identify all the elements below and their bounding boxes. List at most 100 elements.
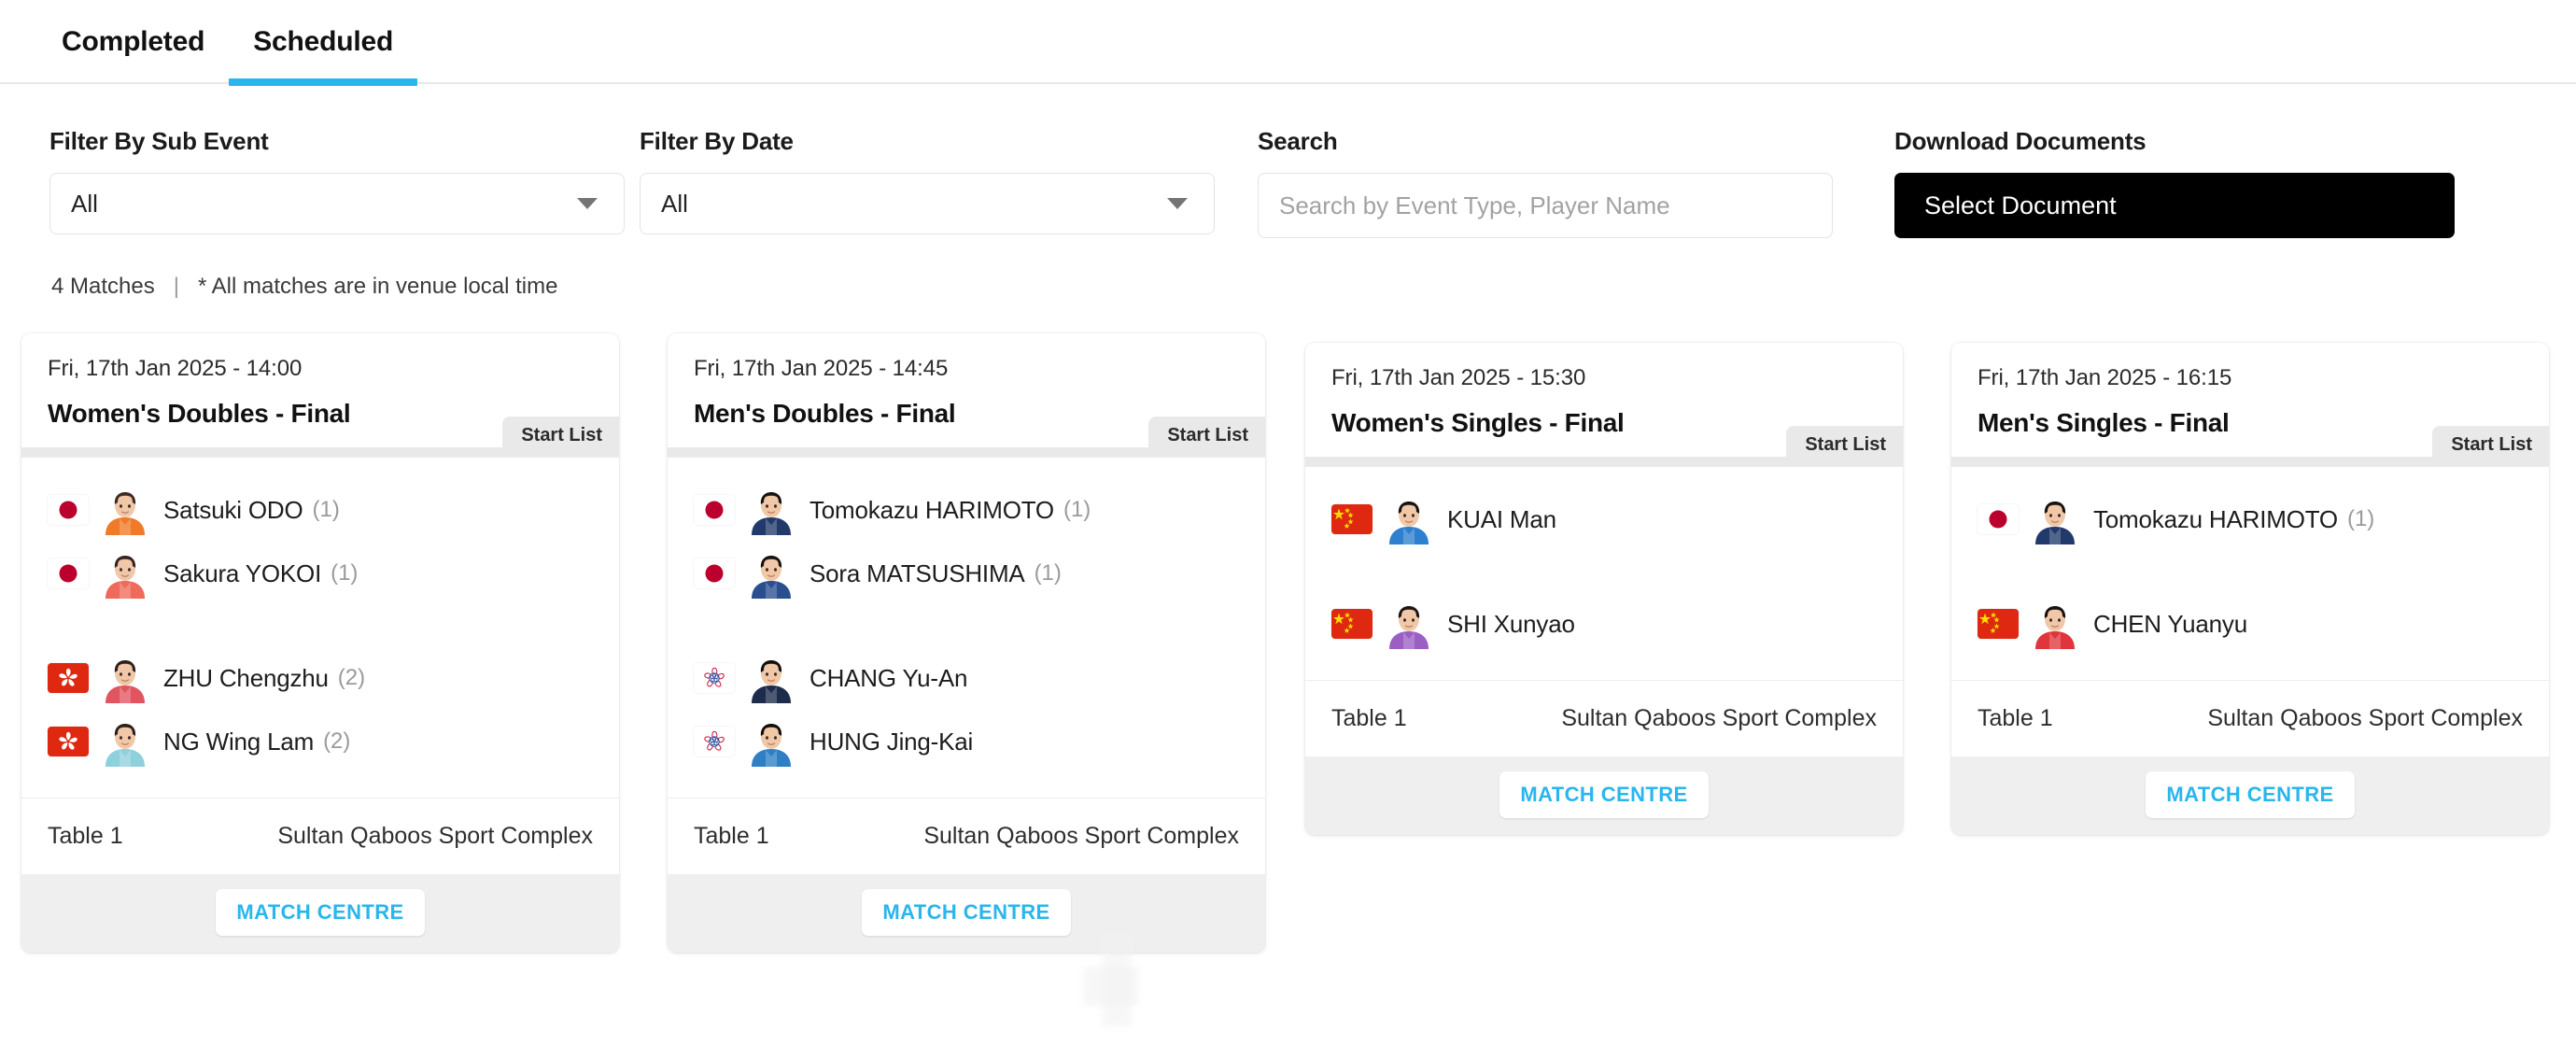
flag-icon-jp <box>1978 504 2019 534</box>
player-row[interactable]: Sakura YOKOI (1) <box>21 542 619 605</box>
player-avatar <box>746 548 796 599</box>
filter-search: Search <box>1258 127 1837 238</box>
player-name: ZHU Chengzhu <box>163 663 329 692</box>
match-card-footer: MATCH CENTRE <box>668 874 1265 953</box>
player-row[interactable]: CHANG Yu-An <box>668 646 1265 710</box>
sub-event-select[interactable]: All <box>49 173 625 234</box>
flag-icon-jp <box>694 495 735 525</box>
player-row[interactable]: KUAI Man <box>1305 488 1903 551</box>
start-list-button[interactable]: Start List <box>1786 426 1903 464</box>
match-card: Fri, 17th Jan 2025 - 14:00 Women's Double… <box>21 333 619 953</box>
flag-icon-cn <box>1978 609 2019 639</box>
player-name: CHANG Yu-An <box>809 663 968 692</box>
download-documents-label: Download Documents <box>1894 127 2147 155</box>
match-centre-button[interactable]: MATCH CENTRE <box>1499 771 1709 818</box>
start-list-button[interactable]: Start List <box>502 417 619 455</box>
filter-date-label: Filter By Date <box>640 127 794 155</box>
player-avatar <box>100 485 150 535</box>
player-row[interactable]: ZHU Chengzhu (2) <box>21 646 619 710</box>
player-avatar <box>746 653 796 703</box>
player-row[interactable]: NG Wing Lam (2) <box>21 710 619 773</box>
player-row[interactable]: Tomokazu HARIMOTO (1) <box>668 478 1265 542</box>
table-number: Table 1 <box>48 823 123 849</box>
search-input[interactable] <box>1258 173 1833 238</box>
match-card-header: Fri, 17th Jan 2025 - 15:30 Women's Single… <box>1305 343 1903 464</box>
filter-sub-event-label: Filter By Sub Event <box>49 127 269 155</box>
player-avatar <box>1384 494 1434 544</box>
player-row[interactable]: CHEN Yuanyu <box>1951 592 2549 656</box>
player-seed: (1) <box>1034 560 1062 586</box>
match-venue-row: Table 1 Sultan Qaboos Sport Complex <box>1951 680 2549 756</box>
match-card-footer: MATCH CENTRE <box>21 874 619 953</box>
player-seed: (1) <box>331 560 359 586</box>
venue-name: Sultan Qaboos Sport Complex <box>1561 705 1877 731</box>
match-centre-button[interactable]: MATCH CENTRE <box>2146 771 2355 818</box>
start-list-button[interactable]: Start List <box>1148 417 1265 455</box>
match-venue-row: Table 1 Sultan Qaboos Sport Complex <box>668 798 1265 874</box>
player-row[interactable]: Tomokazu HARIMOTO (1) <box>1951 488 2549 551</box>
player-row[interactable]: Sora MATSUSHIMA (1) <box>668 542 1265 605</box>
player-name: KUAI Man <box>1447 504 1556 533</box>
venue-name: Sultan Qaboos Sport Complex <box>277 823 593 849</box>
match-count-line: 4 Matches | * All matches are in venue l… <box>51 274 2576 300</box>
player-avatar <box>746 485 796 535</box>
match-centre-button[interactable]: MATCH CENTRE <box>216 889 425 936</box>
date-value: All <box>661 189 688 218</box>
ghost-artifact <box>1102 934 1132 1027</box>
venue-name: Sultan Qaboos Sport Complex <box>2207 705 2523 731</box>
flag-icon-cn <box>1331 609 1372 639</box>
player-name: Sora MATSUSHIMA <box>809 558 1025 587</box>
flag-icon-hk <box>48 727 89 756</box>
player-seed: (2) <box>337 665 366 690</box>
tab-completed[interactable]: Completed <box>37 0 229 84</box>
flag-icon-tw <box>694 663 735 693</box>
player-row[interactable]: Satsuki ODO (1) <box>21 478 619 542</box>
player-avatar <box>746 716 796 767</box>
flag-icon-jp <box>694 558 735 588</box>
match-datetime: Fri, 17th Jan 2025 - 15:30 <box>1331 365 1586 390</box>
tab-completed-label: Completed <box>62 26 205 57</box>
meta-separator: | <box>173 274 179 299</box>
match-card-header: Fri, 17th Jan 2025 - 14:45 Men's Doubles … <box>668 333 1265 455</box>
table-number: Table 1 <box>1978 705 2053 731</box>
start-list-button[interactable]: Start List <box>2432 426 2549 464</box>
search-label: Search <box>1258 127 1338 155</box>
flag-icon-jp <box>48 558 89 588</box>
player-name: Tomokazu HARIMOTO <box>809 495 1054 524</box>
player-seed: (1) <box>312 497 340 522</box>
player-avatar <box>2030 599 2080 649</box>
match-centre-button[interactable]: MATCH CENTRE <box>862 889 1071 936</box>
flag-icon-jp <box>48 495 89 525</box>
match-card: Fri, 17th Jan 2025 - 16:15 Men's Singles … <box>1951 343 2549 835</box>
filter-bar: Filter By Sub Event All Filter By Date A… <box>0 84 2576 238</box>
player-list: Tomokazu HARIMOTO (1) Sora MATSUSHIMA (1) CH… <box>668 457 1265 798</box>
player-name: Sakura YOKOI <box>163 558 322 587</box>
player-seed: (1) <box>2346 506 2375 531</box>
date-select[interactable]: All <box>640 173 1215 234</box>
player-name: Satsuki ODO <box>163 495 303 524</box>
player-list: KUAI Man SHI Xunyao <box>1305 466 1903 680</box>
table-number: Table 1 <box>1331 705 1407 731</box>
player-name: NG Wing Lam <box>163 727 315 756</box>
venue-name: Sultan Qaboos Sport Complex <box>923 823 1239 849</box>
player-name: HUNG Jing-Kai <box>809 727 974 756</box>
view-tabs: Completed Scheduled <box>0 0 2576 86</box>
tab-scheduled[interactable]: Scheduled <box>229 0 418 86</box>
match-count: 4 Matches <box>51 274 155 299</box>
team: KUAI Man <box>1305 488 1903 551</box>
match-venue-row: Table 1 Sultan Qaboos Sport Complex <box>21 798 619 874</box>
flag-icon-tw <box>694 727 735 756</box>
match-card-header: Fri, 17th Jan 2025 - 14:00 Women's Double… <box>21 333 619 455</box>
match-card-header: Fri, 17th Jan 2025 - 16:15 Men's Singles … <box>1951 343 2549 464</box>
player-row[interactable]: SHI Xunyao <box>1305 592 1903 656</box>
select-document-button[interactable]: Select Document <box>1894 173 2455 238</box>
player-list: Tomokazu HARIMOTO (1) CHEN Yuanyu <box>1951 466 2549 680</box>
player-row[interactable]: HUNG Jing-Kai <box>668 710 1265 773</box>
player-avatar <box>2030 494 2080 544</box>
team: Satsuki ODO (1) Sakura YOKOI (1) <box>21 478 619 605</box>
match-card: Fri, 17th Jan 2025 - 15:30 Women's Single… <box>1305 343 1903 835</box>
tab-underline <box>229 78 418 86</box>
player-seed: (1) <box>1063 497 1091 522</box>
team: Tomokazu HARIMOTO (1) <box>1951 488 2549 551</box>
chevron-down-icon <box>1167 198 1188 209</box>
